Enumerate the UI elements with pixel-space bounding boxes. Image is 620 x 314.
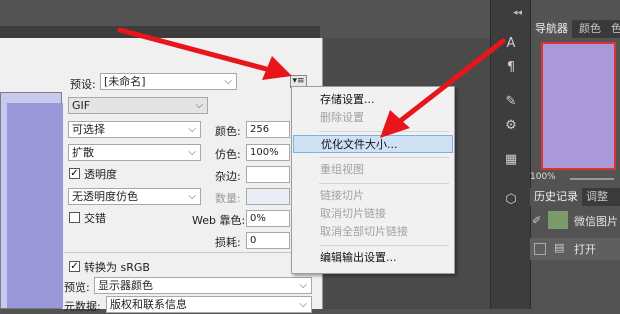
menu-item-save-settings[interactable]: 存储设置...: [293, 91, 453, 109]
web-snap-input[interactable]: 0%: [246, 210, 290, 227]
menu-item-edit-output-settings[interactable]: 编辑输出设置...: [293, 249, 453, 267]
transparency-dither-select[interactable]: 无透明度仿色 ⌵: [68, 188, 201, 205]
zoom-row: 100%: [530, 172, 620, 186]
snapshot-label: 微信图片: [574, 215, 618, 228]
preview-image: [7, 103, 63, 308]
colors-label: 颜色:: [215, 125, 241, 138]
preset-label: 预设:: [70, 78, 96, 91]
metadata-value: 版权和联系信息: [110, 298, 187, 311]
preset-value: [未命名]: [104, 75, 146, 88]
tool-presets-icon[interactable]: ⚙: [501, 116, 521, 136]
transparency-label: 透明度: [84, 168, 117, 181]
lossy-input[interactable]: 0: [246, 232, 290, 249]
zoom-slider[interactable]: [570, 178, 614, 180]
interlaced-checkbox[interactable]: [69, 212, 80, 223]
amount-label: 数量:: [215, 192, 241, 205]
chevron-down-icon: ⌵: [195, 100, 203, 111]
lossy-label: 损耗:: [215, 236, 241, 249]
convert-srgb-checkbox[interactable]: ✓: [69, 261, 80, 272]
document-icon: ▤: [554, 241, 565, 254]
dither-pct-label: 仿色:: [215, 148, 241, 161]
matte-label: 杂边:: [215, 170, 241, 183]
character-icon[interactable]: A: [501, 34, 521, 54]
snapshot-thumbnail: [548, 211, 568, 229]
menu-item-unlink-slice[interactable]: 取消切片链接: [293, 205, 453, 223]
colors-input[interactable]: 256: [246, 121, 290, 138]
preview-label: 预览:: [64, 281, 90, 294]
preset-select[interactable]: [未命名] ⌵: [100, 73, 237, 90]
dither-select[interactable]: 扩散 ⌵: [68, 144, 201, 161]
color-reduction-select[interactable]: 可选择 ⌵: [68, 121, 201, 138]
tool-strip: ◂◂ A ¶ ✎ ⚙ ▦ ⬡: [490, 0, 531, 309]
menu-separator: [319, 183, 449, 184]
menu-separator: [319, 245, 449, 246]
menu-separator: [319, 131, 449, 132]
tab-swatches[interactable]: 色: [607, 20, 620, 38]
history-panel: 历史记录 调整 ✐ 微信图片 ▤ 打开: [530, 186, 620, 309]
chevron-down-icon: ⌵: [188, 124, 196, 135]
image-preview[interactable]: [0, 92, 63, 309]
paragraph-icon[interactable]: ¶: [501, 58, 521, 78]
dither-value: 扩散: [72, 146, 94, 159]
collapse-icon[interactable]: ◂◂: [513, 8, 522, 18]
format-value: GIF: [72, 99, 91, 112]
menu-item-repopulate-views[interactable]: 重组视图: [293, 161, 453, 179]
metadata-select[interactable]: 版权和联系信息 ⌵: [106, 296, 312, 313]
web-snap-label: Web 靠色:: [192, 214, 246, 227]
history-step-label: 打开: [574, 243, 596, 256]
menu-item-optimize-file-size[interactable]: 优化文件大小...: [293, 135, 453, 153]
chevron-down-icon: ⌵: [188, 191, 196, 202]
navigator-tabbar: 导航器 颜色 色: [531, 20, 620, 38]
history-snapshot[interactable]: ✐ 微信图片: [530, 210, 620, 232]
history-tabbar: 历史记录 调整: [530, 188, 620, 206]
tab-navigator[interactable]: 导航器: [531, 20, 572, 38]
color-reduction-value: 可选择: [72, 123, 105, 136]
matte-select[interactable]: [246, 166, 290, 183]
divider: [64, 252, 310, 253]
menu-item-delete-settings[interactable]: 删除设置: [293, 109, 453, 127]
tab-color[interactable]: 颜色: [575, 20, 605, 38]
chevron-down-icon: ⌵: [188, 147, 196, 158]
metadata-label: 元数据:: [64, 300, 101, 313]
history-checkbox[interactable]: [534, 243, 546, 255]
optimize-menu: 存储设置... 删除设置 优化文件大小... 重组视图 链接切片 取消切片链接 …: [291, 86, 455, 274]
amount-input[interactable]: [246, 188, 290, 205]
menu-separator: [319, 157, 449, 158]
history-step[interactable]: ▤ 打开: [530, 238, 620, 260]
zoom-value: 100%: [530, 172, 556, 182]
navigator-thumbnail[interactable]: [541, 42, 616, 170]
history-brush-icon: ✐: [532, 214, 542, 227]
preview-select[interactable]: 显示器颜色 ⌵: [94, 277, 312, 294]
actions-icon[interactable]: ▦: [501, 150, 521, 170]
format-select[interactable]: GIF ⌵: [68, 97, 208, 114]
chevron-down-icon: ⌵: [224, 76, 232, 87]
transparency-dither-value: 无透明度仿色: [72, 190, 138, 203]
interlaced-label: 交错: [84, 212, 106, 225]
chevron-down-icon: ⌵: [299, 280, 307, 291]
menu-item-unlink-all-slices[interactable]: 取消全部切片链接: [293, 223, 453, 241]
transparency-checkbox[interactable]: ✓: [69, 168, 80, 179]
tab-adjustments[interactable]: 调整: [582, 188, 612, 206]
tab-history[interactable]: 历史记录: [530, 188, 582, 206]
preview-value: 显示器颜色: [98, 279, 153, 292]
3d-icon[interactable]: ⬡: [501, 190, 521, 210]
dither-pct-input[interactable]: 100%: [246, 144, 290, 161]
convert-srgb-label: 转换为 sRGB: [84, 261, 150, 274]
brush-icon[interactable]: ✎: [501, 92, 521, 112]
menu-item-link-slices[interactable]: 链接切片: [293, 187, 453, 205]
chevron-down-icon: ⌵: [299, 299, 307, 310]
